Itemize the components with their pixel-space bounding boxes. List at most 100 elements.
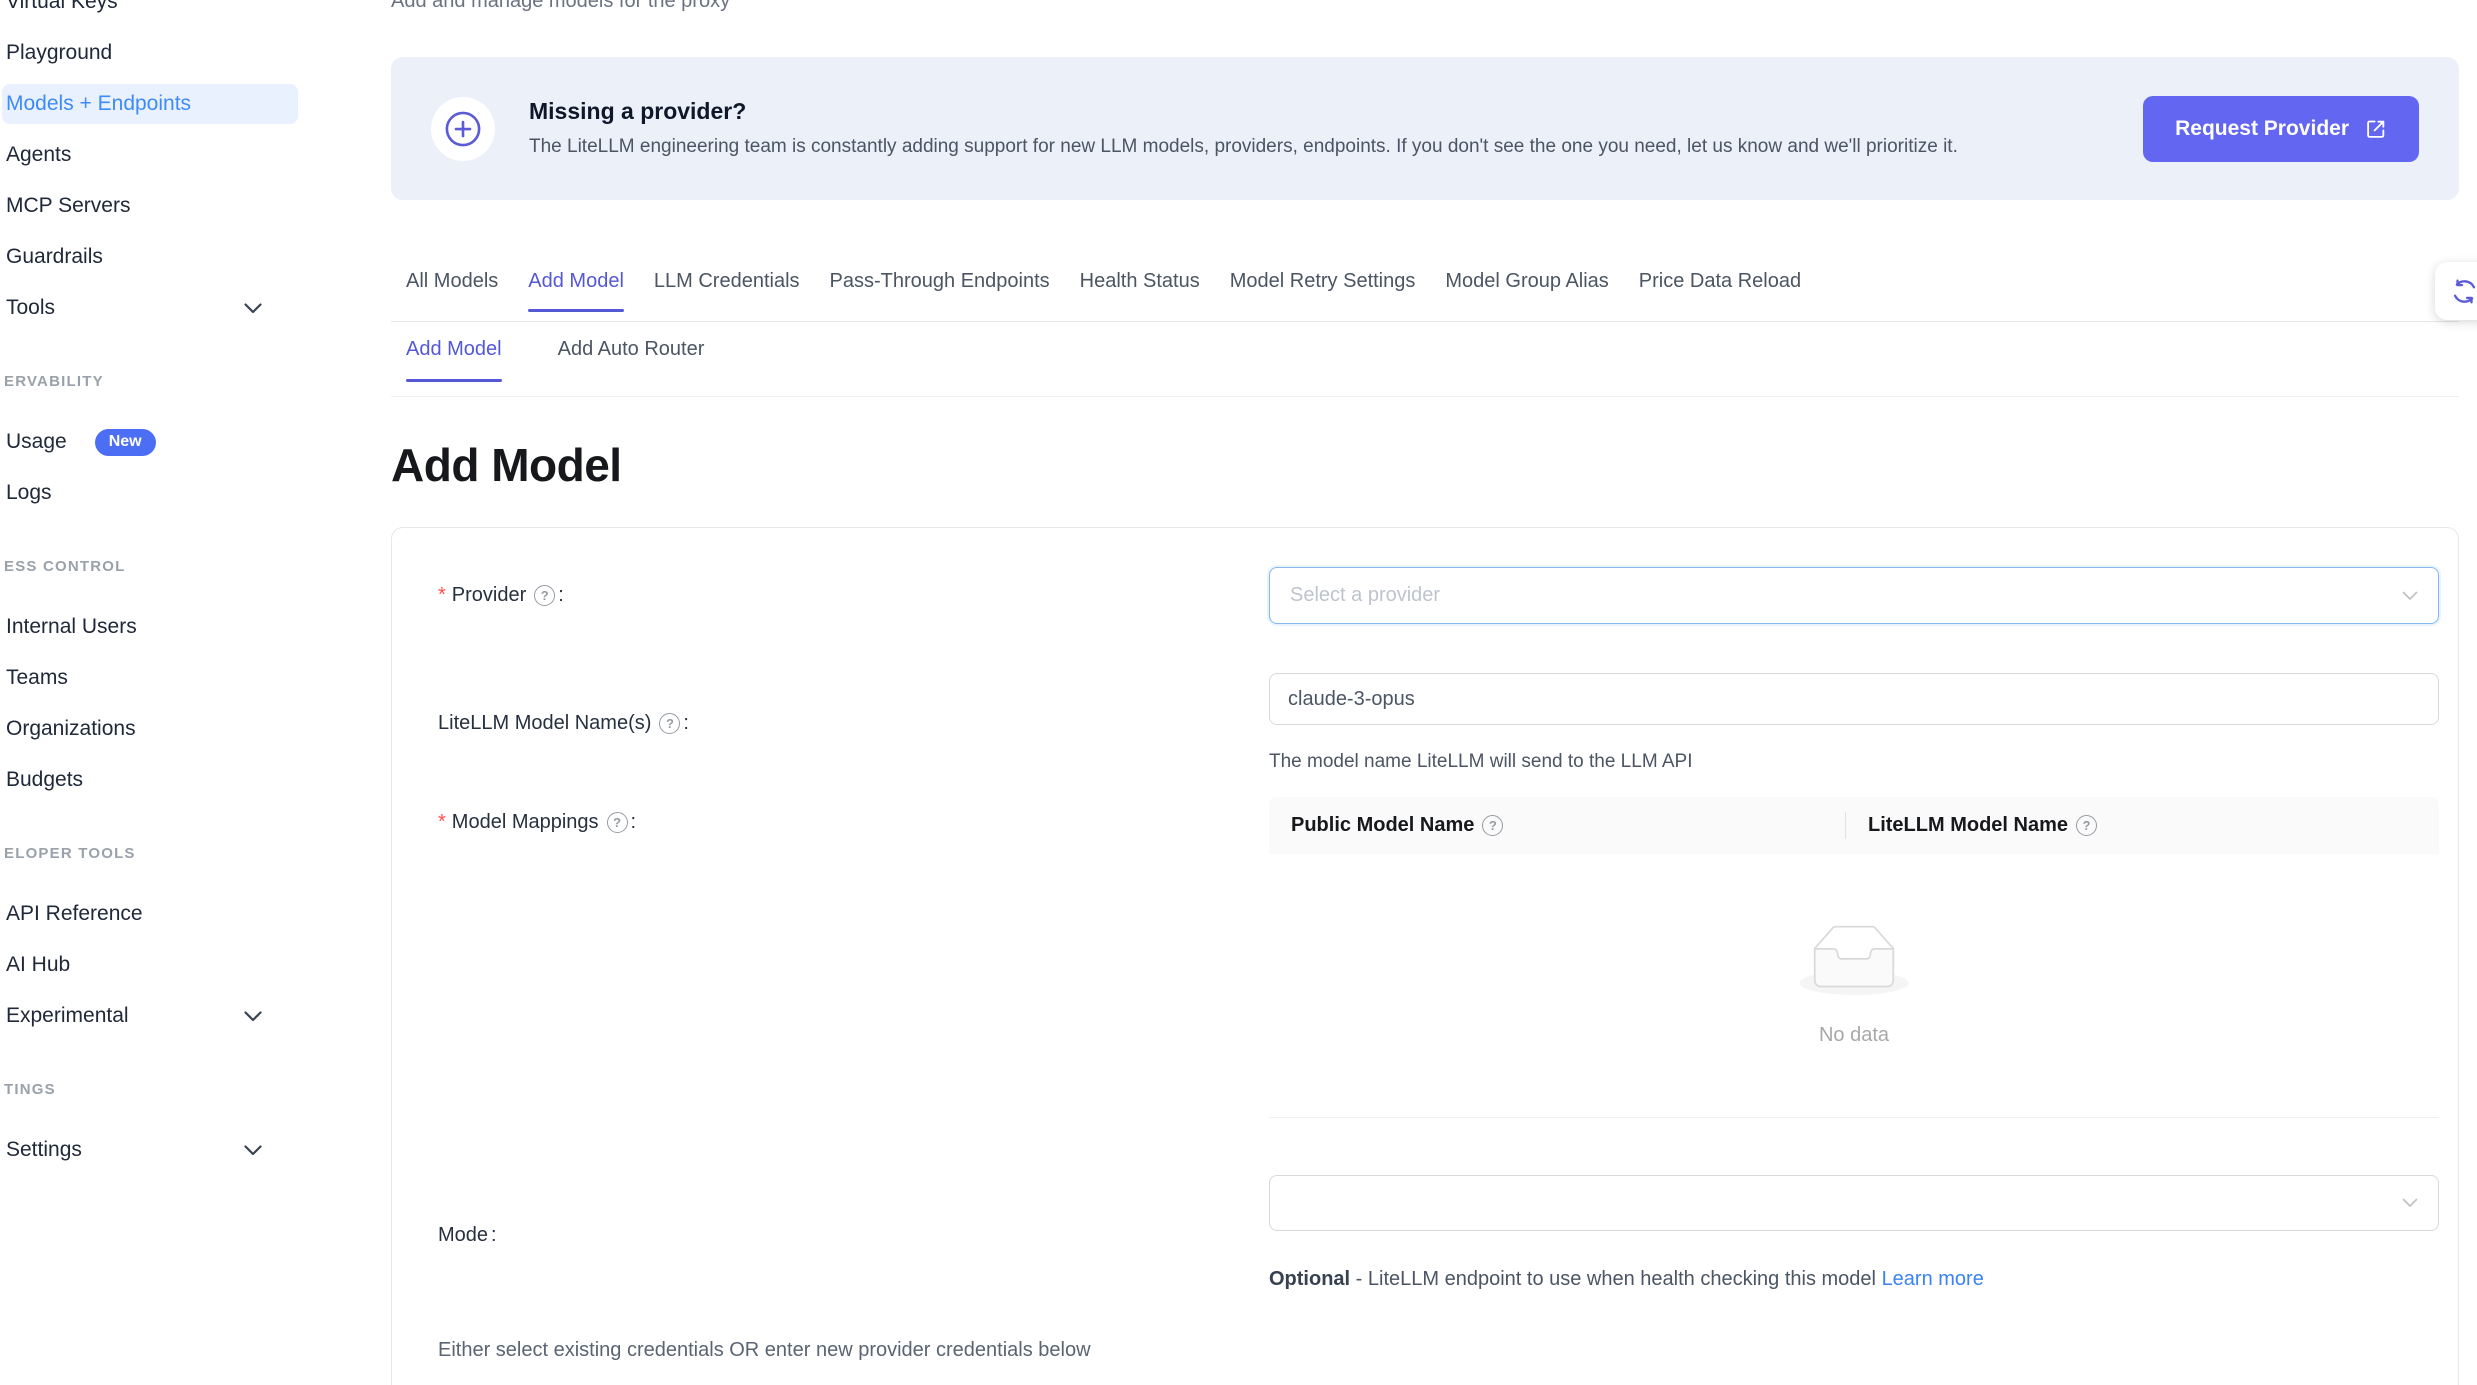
sidebar-item-label: Internal Users bbox=[6, 615, 137, 639]
sidebar-item-usage[interactable]: Usage New bbox=[2, 422, 298, 462]
mode-select[interactable] bbox=[1269, 1175, 2439, 1231]
mode-row: Mode Optional - LiteLLM endpoint to use … bbox=[392, 1175, 2458, 1295]
help-icon[interactable] bbox=[2076, 815, 2097, 836]
sidebar-item-models-endpoints[interactable]: Models + Endpoints bbox=[2, 84, 298, 124]
column-label: Public Model Name bbox=[1291, 814, 1474, 837]
sidebar-item-ai-hub[interactable]: AI Hub bbox=[2, 945, 298, 985]
sidebar-item-guardrails[interactable]: Guardrails bbox=[2, 237, 298, 277]
plus-circle-icon bbox=[431, 97, 495, 161]
column-public-model-name: Public Model Name bbox=[1269, 814, 1846, 837]
app-window: Virtual Keys Playground Models + Endpoin… bbox=[0, 0, 2477, 1385]
model-mappings-label-text: Model Mappings bbox=[452, 811, 599, 834]
chevron-down-icon bbox=[2402, 1198, 2418, 1208]
sidebar-section-access-control: ESS CONTROL bbox=[0, 556, 300, 576]
sidebar-item-settings[interactable]: Settings bbox=[2, 1130, 298, 1170]
mappings-empty-state: No data bbox=[1269, 854, 2439, 1118]
help-icon[interactable] bbox=[1482, 815, 1503, 836]
sidebar-item-label: Experimental bbox=[6, 1004, 129, 1028]
sidebar-item-tools[interactable]: Tools bbox=[2, 288, 298, 328]
sidebar-item-label: Logs bbox=[6, 481, 52, 505]
banner-title: Missing a provider? bbox=[529, 98, 1958, 125]
model-names-label: LiteLLM Model Name(s) bbox=[392, 712, 1269, 735]
sidebar-item-label: Budgets bbox=[6, 768, 83, 792]
sidebar-item-teams[interactable]: Teams bbox=[2, 658, 298, 698]
tab-pass-through-endpoints[interactable]: Pass-Through Endpoints bbox=[830, 270, 1050, 311]
tab-bar: All Models Add Model LLM Credentials Pas… bbox=[391, 270, 2459, 322]
page-title: Add Model bbox=[391, 437, 2459, 493]
help-icon[interactable] bbox=[659, 713, 680, 734]
required-asterisk: * bbox=[438, 811, 446, 834]
model-name-input[interactable] bbox=[1269, 673, 2439, 725]
mode-label: Mode bbox=[392, 1224, 1269, 1247]
sidebar-item-virtual-keys[interactable]: Virtual Keys bbox=[2, 0, 298, 22]
provider-control: Select a provider bbox=[1269, 567, 2439, 624]
sidebar-item-label: API Reference bbox=[6, 902, 143, 926]
credentials-note: Either select existing credentials OR en… bbox=[438, 1339, 2458, 1362]
page-subtitle: Add and manage models for the proxy bbox=[391, 0, 2459, 12]
provider-label: * Provider bbox=[392, 584, 1269, 607]
tab-llm-credentials[interactable]: LLM Credentials bbox=[654, 270, 800, 311]
subtab-bar: Add Model Add Auto Router bbox=[391, 338, 2459, 397]
sidebar-item-label: Guardrails bbox=[6, 245, 103, 269]
sidebar-item-budgets[interactable]: Budgets bbox=[2, 760, 298, 800]
help-icon[interactable] bbox=[534, 585, 555, 606]
help-icon[interactable] bbox=[607, 812, 628, 833]
subtab-add-model[interactable]: Add Model bbox=[406, 338, 502, 381]
sidebar-nav: Virtual Keys Playground Models + Endpoin… bbox=[0, 0, 300, 1170]
sidebar-section-settings: TINGS bbox=[0, 1079, 300, 1099]
learn-more-link[interactable]: Learn more bbox=[1882, 1268, 1984, 1290]
sidebar-item-internal-users[interactable]: Internal Users bbox=[2, 607, 298, 647]
model-names-control: The model name LiteLLM will send to the … bbox=[1269, 673, 2439, 773]
model-mappings-row: * Model Mappings Public Model Name LiteL… bbox=[392, 797, 2458, 1118]
sidebar-item-label: Playground bbox=[6, 41, 112, 65]
mode-label-text: Mode bbox=[438, 1224, 488, 1247]
provider-placeholder: Select a provider bbox=[1290, 584, 1440, 607]
mode-helper: Optional - LiteLLM endpoint to use when … bbox=[1269, 1264, 2079, 1295]
sidebar-item-organizations[interactable]: Organizations bbox=[2, 709, 298, 749]
model-names-row: LiteLLM Model Name(s) The model name Lit… bbox=[392, 673, 2458, 773]
subtab-add-auto-router[interactable]: Add Auto Router bbox=[558, 338, 705, 381]
mode-helper-text: - LiteLLM endpoint to use when health ch… bbox=[1356, 1268, 1876, 1290]
sidebar-item-label: Agents bbox=[6, 143, 71, 167]
model-mappings-table: Public Model Name LiteLLM Model Name bbox=[1269, 797, 2439, 1118]
request-provider-button[interactable]: Request Provider bbox=[2143, 96, 2419, 162]
banner-body: The LiteLLM engineering team is constant… bbox=[529, 134, 1958, 160]
provider-row: * Provider Select a provider bbox=[392, 567, 2458, 624]
request-provider-label: Request Provider bbox=[2175, 117, 2349, 141]
column-label: LiteLLM Model Name bbox=[1868, 814, 2068, 837]
required-asterisk: * bbox=[438, 584, 446, 607]
sidebar-item-label: Tools bbox=[6, 296, 55, 320]
external-link-icon bbox=[2365, 118, 2387, 140]
tab-price-data-reload[interactable]: Price Data Reload bbox=[1639, 270, 1801, 311]
column-litellm-model-name: LiteLLM Model Name bbox=[1846, 814, 2097, 837]
sidebar-item-agents[interactable]: Agents bbox=[2, 135, 298, 175]
sidebar-item-mcp-servers[interactable]: MCP Servers bbox=[2, 186, 298, 226]
empty-box-icon bbox=[1799, 925, 1909, 1000]
sidebar-item-label: Organizations bbox=[6, 717, 136, 741]
sidebar-item-playground[interactable]: Playground bbox=[2, 33, 298, 73]
tab-add-model[interactable]: Add Model bbox=[528, 270, 624, 311]
tab-health-status[interactable]: Health Status bbox=[1080, 270, 1200, 311]
new-badge: New bbox=[95, 429, 156, 456]
sidebar-item-logs[interactable]: Logs bbox=[2, 473, 298, 513]
model-name-helper: The model name LiteLLM will send to the … bbox=[1269, 751, 2439, 773]
chevron-down-icon bbox=[244, 1011, 262, 1022]
sidebar-section-observability: ERVABILITY bbox=[0, 371, 300, 391]
sidebar-item-experimental[interactable]: Experimental bbox=[2, 996, 298, 1036]
model-mappings-label: * Model Mappings bbox=[392, 797, 1269, 834]
refresh-button[interactable] bbox=[2435, 262, 2477, 320]
sidebar-item-label: MCP Servers bbox=[6, 194, 130, 218]
main-content: Add and manage models for the proxy Miss… bbox=[300, 0, 2477, 1385]
mode-helper-bold: Optional bbox=[1269, 1268, 1350, 1290]
tab-all-models[interactable]: All Models bbox=[406, 270, 498, 311]
tab-model-group-alias[interactable]: Model Group Alias bbox=[1445, 270, 1608, 311]
chevron-down-icon bbox=[244, 1145, 262, 1156]
sidebar-item-label: Models + Endpoints bbox=[6, 92, 191, 116]
provider-label-text: Provider bbox=[452, 584, 526, 607]
sidebar-item-label: AI Hub bbox=[6, 953, 70, 977]
sidebar-item-api-reference[interactable]: API Reference bbox=[2, 894, 298, 934]
chevron-down-icon bbox=[244, 303, 262, 314]
provider-select[interactable]: Select a provider bbox=[1269, 567, 2439, 624]
sidebar-item-label: Virtual Keys bbox=[6, 0, 118, 14]
tab-model-retry-settings[interactable]: Model Retry Settings bbox=[1230, 270, 1416, 311]
